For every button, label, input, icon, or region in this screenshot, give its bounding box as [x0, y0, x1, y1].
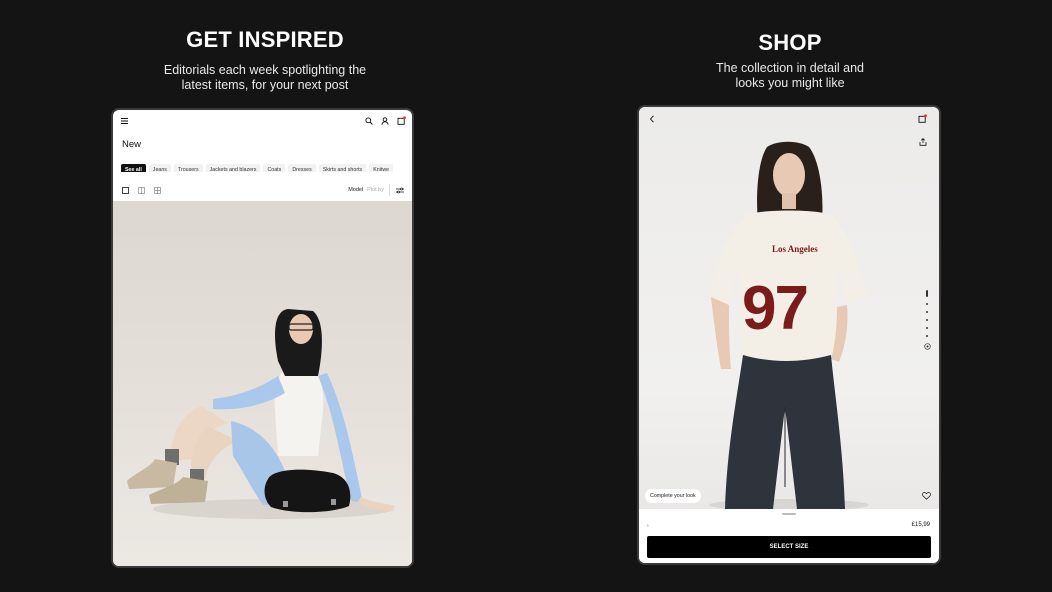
chip-skirts-and-shorts[interactable]: Skirts and shorts — [318, 164, 367, 172]
filter-sliders-icon[interactable] — [396, 187, 404, 194]
bottom-sheet: › £15,99 SELECT SIZE — [639, 509, 939, 563]
chevron-left-icon[interactable] — [649, 115, 655, 123]
shirt-number: 97 — [742, 274, 807, 343]
two-column-icon[interactable] — [138, 187, 145, 194]
subtitle-line-1: Editorials each week spotlighting the — [163, 63, 367, 77]
chip-see-all[interactable]: See all — [121, 164, 146, 172]
chip-knitwear[interactable]: Knitwe — [369, 164, 394, 172]
sheet-handle[interactable] — [782, 513, 796, 515]
gallery-dot[interactable] — [926, 319, 928, 321]
model-view-toggle[interactable]: Model Plot by — [348, 187, 384, 193]
shop-subtitle: The collection in detail and looks you m… — [640, 61, 940, 91]
product-price: £15,99 — [911, 522, 930, 528]
gallery-dot[interactable] — [926, 311, 928, 313]
grid-icon[interactable] — [154, 187, 161, 194]
tablet-product-screen: Los Angeles 97 Complete your look › £15,… — [637, 105, 941, 565]
chip-jackets-and-blazers[interactable]: Jackets and blazers — [205, 164, 261, 172]
hamburger-menu-icon[interactable] — [121, 118, 128, 124]
chip-jeans[interactable]: Jeans — [148, 164, 171, 172]
single-column-icon[interactable] — [122, 187, 129, 194]
editorial-photo[interactable] — [113, 201, 412, 566]
model-value: Plot by — [367, 187, 384, 193]
divider — [389, 184, 390, 196]
gallery-dot[interactable] — [926, 327, 928, 329]
share-icon[interactable] — [919, 138, 927, 146]
page-title: New — [122, 139, 142, 150]
chevron-right-icon[interactable]: › — [647, 523, 649, 529]
heart-icon[interactable] — [922, 492, 931, 500]
editorial-photo-illustration — [127, 309, 395, 519]
complete-your-look-button[interactable]: Complete your look — [645, 489, 701, 503]
category-chips: See all Jeans Trousers Jackets and blazers C… — [121, 158, 412, 172]
chip-trousers[interactable]: Trousers — [173, 164, 203, 172]
get-inspired-subtitle: Editorials each week spotlighting the la… — [110, 63, 420, 93]
get-inspired-headline: GET INSPIRED — [186, 27, 344, 52]
subtitle-line-1: The collection in detail and — [715, 61, 864, 75]
zoom-icon[interactable] — [924, 343, 931, 350]
search-icon[interactable] — [365, 117, 373, 125]
gallery-dot[interactable] — [926, 335, 928, 337]
subtitle-line-2: looks you might like — [735, 76, 845, 90]
chip-coats[interactable]: Coats — [263, 164, 286, 172]
shop-headline: SHOP — [758, 30, 822, 55]
view-options-row: Model Plot by — [113, 183, 412, 199]
shopping-bag-icon[interactable] — [397, 116, 406, 125]
subtitle-line-2: latest items, for your next post — [181, 78, 349, 92]
gallery-dot[interactable] — [926, 303, 928, 305]
select-size-button[interactable]: SELECT SIZE — [647, 536, 931, 558]
chip-dresses[interactable]: Dresses — [288, 164, 316, 172]
gallery-dot[interactable] — [926, 290, 928, 297]
product-photo-illustration: Los Angeles 97 — [709, 141, 869, 511]
model-label: Model — [348, 187, 364, 193]
shopping-bag-icon[interactable] — [918, 114, 927, 123]
user-icon[interactable] — [381, 117, 389, 125]
top-app-bar — [113, 110, 412, 134]
product-photo[interactable]: Los Angeles 97 — [639, 107, 939, 511]
gallery-dots — [925, 290, 929, 343]
tablet-new-screen: New See all Jeans Trousers Jackets and blaz… — [111, 108, 414, 568]
shirt-text: Los Angeles — [772, 244, 818, 254]
